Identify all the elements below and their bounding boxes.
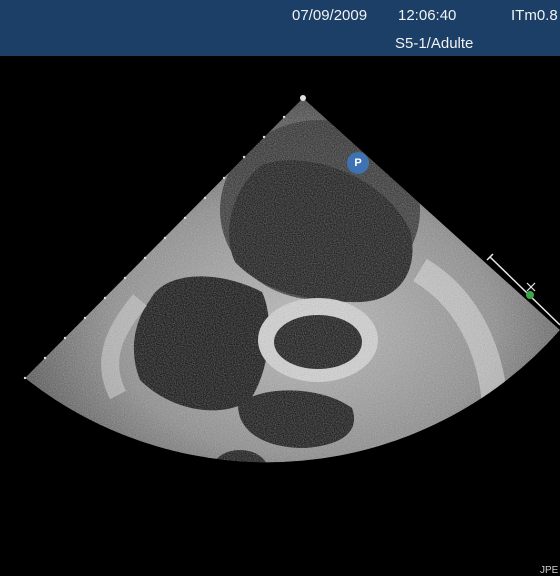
exam-date: 07/09/2009 <box>292 7 368 24</box>
corner-label: JPE <box>540 565 559 576</box>
exam-time: 12:06:40 <box>398 7 457 24</box>
ultrasound-viewport[interactable]: P JPE <box>0 56 560 576</box>
probe-preset: S5-1/Adulte <box>395 35 474 52</box>
thermal-index: ITm0.8 <box>511 7 558 24</box>
probe-orientation-marker: P <box>347 152 369 174</box>
status-bar: 07/09/2009 12:06:40 ITm0.8 S5-1/Adulte <box>0 0 560 56</box>
scan-sector <box>25 98 560 463</box>
ultrasound-image <box>23 95 560 463</box>
